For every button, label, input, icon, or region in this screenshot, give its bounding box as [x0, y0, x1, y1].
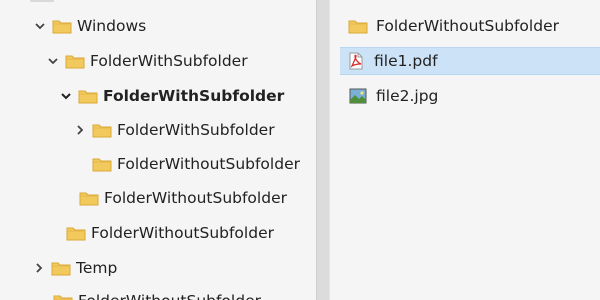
chevron-down-icon[interactable]: [45, 48, 61, 74]
tree-item-folder-without-subfolder[interactable]: FolderWithoutSubfolder: [53, 288, 261, 300]
file-list-item-folder[interactable]: FolderWithoutSubfolder: [342, 12, 600, 40]
folder-icon: [79, 190, 99, 206]
tree-item-folder-with-subfolder-collapsed[interactable]: FolderWithSubfolder: [72, 117, 275, 143]
folder-icon: [92, 156, 112, 172]
tree-item-temp[interactable]: Temp: [31, 255, 117, 281]
pane-splitter[interactable]: [316, 0, 330, 300]
tree-item-label: FolderWithoutSubfolder: [78, 288, 261, 300]
tree-item-folder-without-subfolder[interactable]: FolderWithoutSubfolder: [92, 151, 300, 177]
folder-icon: [53, 293, 73, 300]
tree-item-label: FolderWithSubfolder: [103, 87, 285, 105]
pdf-file-icon: [346, 51, 368, 71]
tree-item-folder-without-subfolder[interactable]: FolderWithoutSubfolder: [79, 185, 287, 211]
folder-icon: [51, 260, 71, 276]
folder-icon: [348, 16, 370, 36]
chevron-right-icon[interactable]: [31, 255, 47, 281]
scrolled-off-row: [30, 0, 54, 2]
folder-icon: [66, 225, 86, 241]
file-list-item-file2-jpg[interactable]: file2.jpg: [342, 82, 600, 110]
chevron-down-icon[interactable]: [32, 13, 48, 39]
chevron-right-icon[interactable]: [72, 117, 88, 143]
tree-item-label: FolderWithSubfolder: [90, 52, 248, 70]
file-list-item-label: FolderWithoutSubfolder: [376, 17, 559, 35]
tree-item-label: Temp: [76, 259, 118, 277]
folder-icon: [78, 88, 98, 104]
tree-item-label: FolderWithSubfolder: [117, 121, 275, 139]
tree-item-label: FolderWithoutSubfolder: [91, 224, 274, 242]
file-list-pane: FolderWithoutSubfolder file1.pdf file2.j…: [330, 0, 600, 300]
tree-item-windows[interactable]: Windows: [32, 13, 146, 39]
tree-item-folder-without-subfolder[interactable]: FolderWithoutSubfolder: [66, 220, 274, 246]
file-list-item-file1-pdf[interactable]: file1.pdf: [340, 47, 600, 75]
folder-icon: [92, 122, 112, 138]
file-list-item-label: file2.jpg: [376, 87, 439, 105]
tree-item-folder-with-subfolder-current[interactable]: FolderWithSubfolder: [58, 83, 284, 109]
tree-item-label: FolderWithoutSubfolder: [117, 155, 300, 173]
folder-tree-pane: Windows FolderWithSubfolder FolderWithSu…: [0, 0, 316, 300]
file-list-item-label: file1.pdf: [374, 52, 438, 70]
tree-item-folder-with-subfolder[interactable]: FolderWithSubfolder: [45, 48, 248, 74]
folder-icon: [65, 53, 85, 69]
tree-item-label: FolderWithoutSubfolder: [104, 189, 287, 207]
chevron-down-icon[interactable]: [58, 83, 74, 109]
folder-icon: [52, 18, 72, 34]
image-file-icon: [348, 86, 370, 106]
tree-item-label: Windows: [77, 17, 147, 35]
